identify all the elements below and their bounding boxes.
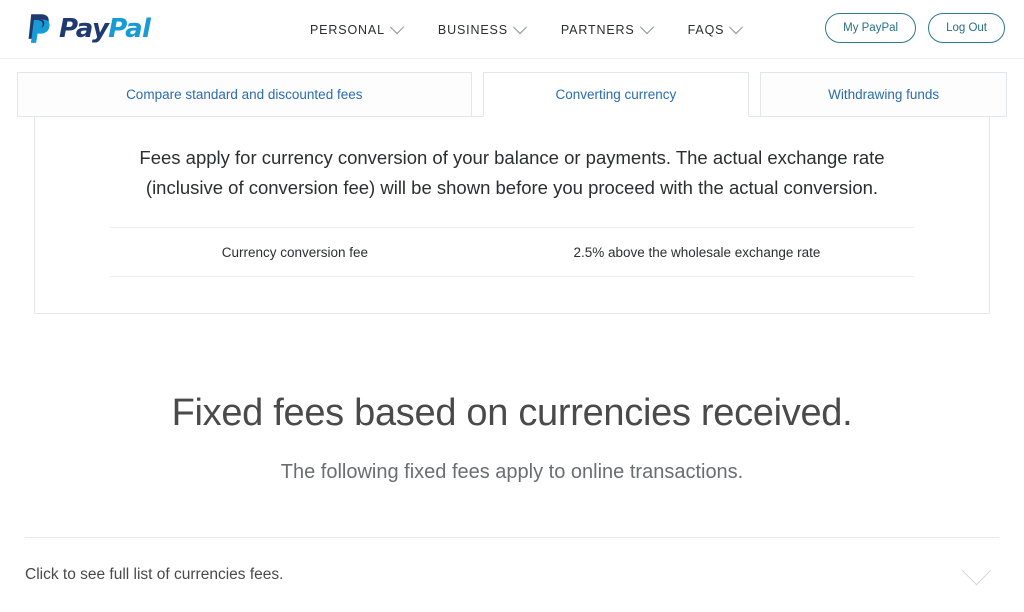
fees-tabs-area: Compare standard and discounted fees Con… <box>0 72 1024 314</box>
tab-strip: Compare standard and discounted fees Con… <box>17 72 1007 117</box>
fee-value: 2.5% above the wholesale exchange rate <box>573 244 821 260</box>
page-title: Fixed fees based on currencies received. <box>171 392 853 434</box>
tab-label: Compare standard and discounted fees <box>126 87 363 102</box>
tab-content-panel: Fees apply for currency conversion of yo… <box>34 116 990 314</box>
paypal-logo[interactable]: PayPal <box>26 12 151 46</box>
nav-item-business[interactable]: BUSINESS <box>437 19 527 37</box>
paypal-logo-text: PayPal <box>59 14 151 44</box>
nav-item-label: PARTNERS <box>560 22 635 37</box>
chevron-down-icon[interactable] <box>961 555 992 586</box>
accordion-toggle-row[interactable]: Click to see full list of currencies fee… <box>25 538 999 612</box>
accordion-label: Click to see full list of currencies fee… <box>25 565 284 583</box>
section-subtitle: The following fixed fees apply to online… <box>280 460 744 483</box>
paypal-logo-icon <box>28 14 50 43</box>
tab-label: Converting currency <box>555 87 677 102</box>
chevron-down-icon <box>639 19 654 34</box>
currencies-fees-accordion: Click to see full list of currencies fee… <box>25 536 999 612</box>
nav-item-label: PERSONAL <box>310 22 385 37</box>
my-paypal-button[interactable]: My PayPal <box>825 13 917 43</box>
tab-converting-currency[interactable]: Converting currency <box>482 72 750 117</box>
fee-table: Currency conversion fee 2.5% above the w… <box>110 227 914 277</box>
fee-label: Currency conversion fee <box>221 244 369 260</box>
chevron-down-icon <box>389 19 404 34</box>
nav-item-label: FAQS <box>687 22 725 37</box>
chevron-down-icon <box>512 19 527 34</box>
nav-item-personal[interactable]: PERSONAL <box>310 19 404 37</box>
fixed-fees-section: Fixed fees based on currencies received.… <box>0 392 1024 484</box>
tab-compare-standard-and-discounted-fees[interactable]: Compare standard and discounted fees <box>17 72 472 117</box>
logo-text-pal: Pal <box>108 14 151 44</box>
nav-item-label: BUSINESS <box>437 22 508 37</box>
header-actions: My PayPal Log Out <box>825 13 1005 43</box>
logo-text-pay: Pay <box>59 14 109 44</box>
table-row: Currency conversion fee 2.5% above the w… <box>110 228 914 276</box>
panel-intro-text: Fees apply for currency conversion of yo… <box>139 147 885 198</box>
nav-item-partners[interactable]: PARTNERS <box>560 19 654 37</box>
tab-label: Withdrawing funds <box>828 87 940 102</box>
tab-withdrawing-funds[interactable]: Withdrawing funds <box>760 72 1007 117</box>
chevron-down-icon <box>729 19 744 34</box>
nav-item-faqs[interactable]: FAQS <box>687 19 744 37</box>
log-out-button[interactable]: Log Out <box>928 13 1005 43</box>
site-header: PayPal PERSONAL BUSINESS PARTNERS FAQS M… <box>0 0 1024 59</box>
main-navigation: PERSONAL BUSINESS PARTNERS FAQS <box>310 0 744 59</box>
